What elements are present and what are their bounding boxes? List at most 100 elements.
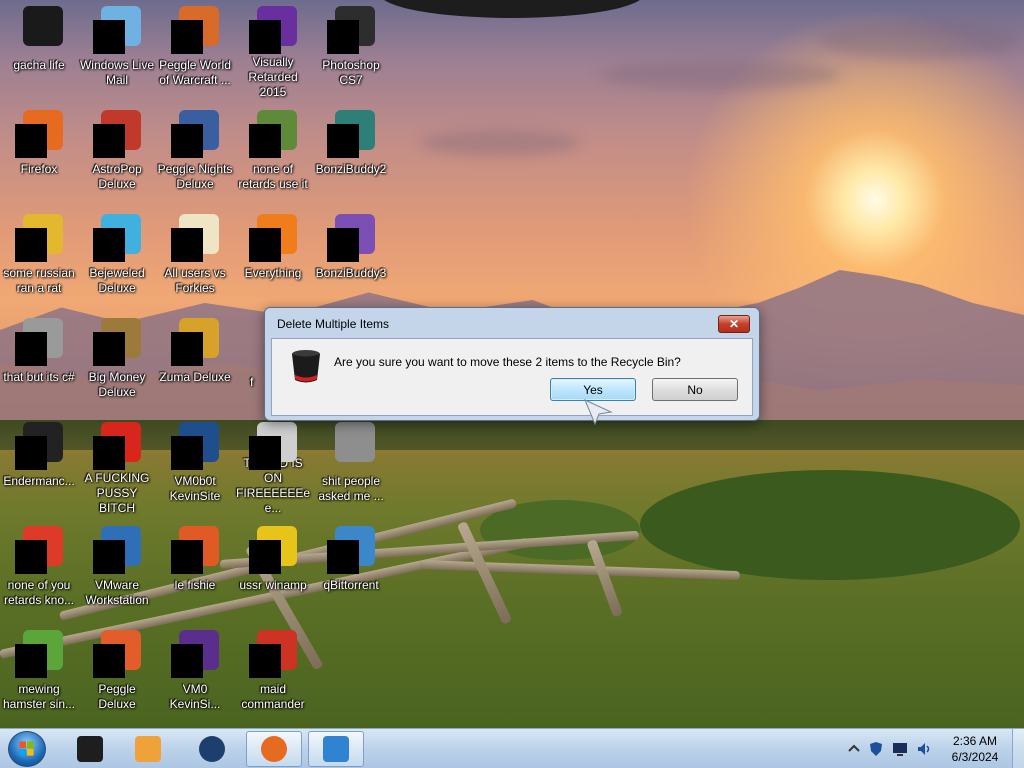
photoshop-icon: [327, 6, 375, 54]
desktop-icon[interactable]: Endermanc...: [0, 416, 78, 516]
desktop-icon[interactable]: Peggle Deluxe: [78, 624, 156, 724]
desktop-icon[interactable]: A FUCKING PUSSY BITCH: [78, 416, 156, 516]
recycle-bin-icon: [292, 350, 320, 383]
redaction-box: [93, 20, 125, 54]
desktop-icon-label: ussr winamp: [239, 578, 307, 592]
redaction-box: [171, 124, 203, 158]
terminal-icon: [15, 422, 63, 470]
redaction-box: [171, 436, 203, 470]
redaction-box: [171, 228, 203, 262]
folder-icon: [327, 422, 375, 470]
desktop-icon[interactable]: ussr winamp: [234, 520, 312, 620]
desktop-icon[interactable]: Windows Live Mail: [78, 0, 156, 100]
speaker-icon[interactable]: [916, 741, 932, 757]
redaction-box: [327, 540, 359, 574]
redaction-box: [171, 644, 203, 678]
desktop-icon[interactable]: le fishie: [156, 520, 234, 620]
desktop-icon-label: Endermanc...: [3, 474, 75, 488]
desktop-icon[interactable]: Visually Retarded 2015: [234, 0, 312, 100]
explorer-icon: [323, 736, 349, 762]
taskbar-item-blue-orb[interactable]: [184, 731, 240, 767]
taskbar-item-explorer[interactable]: [308, 731, 364, 767]
desktop-icon[interactable]: mewing hamster sin...: [0, 624, 78, 724]
hamster-icon: [15, 630, 63, 678]
close-button[interactable]: ✕: [718, 315, 750, 333]
desktop-icon-label: All users vs Forkies: [164, 266, 226, 295]
desktop-icon[interactable]: THE CD IS ON FIREEEEEEee...: [234, 416, 312, 516]
desktop-icon-label: AstroPop Deluxe: [92, 162, 142, 191]
desktop-icon[interactable]: BonziBuddy3: [312, 208, 390, 308]
search-ring-icon: [249, 214, 297, 262]
desktop-icon-label: Peggle World of Warcraft ...: [159, 58, 231, 87]
desktop-icon[interactable]: Firefox: [0, 104, 78, 204]
redaction-box: [249, 644, 281, 678]
redaction-box: [249, 436, 281, 470]
desktop-icon[interactable]: Zuma Deluxe: [156, 312, 234, 412]
show-desktop-button[interactable]: [1012, 729, 1024, 768]
desktop-icon-label: some russian ran a rat: [3, 266, 75, 295]
system-clock[interactable]: 2:36 AM 6/3/2024: [940, 733, 1010, 765]
desktop-icon[interactable]: VMware Workstation: [78, 520, 156, 620]
redaction-box: [171, 540, 203, 574]
taskbar-item-firefox[interactable]: [246, 731, 302, 767]
dark-box-icon: [77, 736, 103, 762]
redaction-box: [93, 228, 125, 262]
top-dock: [380, 0, 644, 18]
desktop-icon[interactable]: shit people asked me ...: [312, 416, 390, 516]
desktop-icon[interactable]: All users vs Forkies: [156, 208, 234, 308]
dialog-titlebar[interactable]: Delete Multiple Items ✕: [265, 308, 759, 338]
desktop-icon-label: Everything: [244, 266, 302, 280]
desktop-icon[interactable]: Everything: [234, 208, 312, 308]
desktop-icon-label: mewing hamster sin...: [2, 682, 76, 711]
desktop-icon[interactable]: Bejeweled Deluxe: [78, 208, 156, 308]
desktop-icon-label: le fishie: [174, 578, 216, 592]
desktop-icon-label: gacha life: [13, 58, 65, 72]
desktop-icon[interactable]: Peggle World of Warcraft ...: [156, 0, 234, 100]
redaction-box: [249, 20, 281, 54]
desktop-icon[interactable]: AstroPop Deluxe: [78, 104, 156, 204]
shield-icon[interactable]: [868, 741, 884, 757]
dialog-body: Are you sure you want to move these 2 it…: [271, 338, 753, 416]
desktop-icon[interactable]: some russian ran a rat: [0, 208, 78, 308]
desktop-icon[interactable]: Peggle Nights Deluxe: [156, 104, 234, 204]
desktop-icon[interactable]: VM0b0t KevinSite: [156, 416, 234, 516]
monitor-icon[interactable]: [892, 741, 908, 757]
firefox-icon: [15, 110, 63, 158]
redaction-box: [15, 124, 47, 158]
red-ball-icon: [93, 422, 141, 470]
redaction-box: [93, 332, 125, 366]
clock-date: 6/3/2024: [951, 750, 999, 764]
chevron-up-icon[interactable]: [846, 741, 862, 757]
desktop-icon[interactable]: gacha life: [0, 0, 78, 100]
windows-stack-icon: [15, 318, 63, 366]
desktop-icon-label: BonziBuddy3: [315, 266, 387, 280]
blue-orb-icon: [199, 736, 225, 762]
desktop-icon[interactable]: none of retards use it: [234, 104, 312, 204]
start-button[interactable]: [8, 731, 46, 767]
redaction-box: [15, 228, 47, 262]
redaction-box: [15, 436, 47, 470]
redaction-box: [327, 20, 359, 54]
desktop-icon[interactable]: BonziBuddy2: [312, 104, 390, 204]
desktop-icon[interactable]: Big Money Deluxe: [78, 312, 156, 412]
redaction-box: [15, 540, 47, 574]
redaction-box: [249, 124, 281, 158]
recycle-bin-icon: [15, 6, 63, 54]
desktop-icon-label: Peggle Nights Deluxe: [157, 162, 233, 191]
plant-icon: [249, 110, 297, 158]
desktop-icon[interactable]: Photoshop CS7: [312, 0, 390, 100]
desktop-icon[interactable]: that but its c#: [0, 312, 78, 412]
desktop-icon[interactable]: none of you retards kno...: [0, 520, 78, 620]
desktop-icon[interactable]: VM0 KevinSi...: [156, 624, 234, 724]
desktop-icon[interactable]: qBittorrent: [312, 520, 390, 620]
taskbar-item-dark-app[interactable]: [62, 731, 118, 767]
dialog-message: Are you sure you want to move these 2 it…: [334, 355, 681, 369]
taskbar-item-media-player[interactable]: [120, 731, 176, 767]
desktop-icon[interactable]: maid commander: [234, 624, 312, 724]
redaction-box: [327, 124, 359, 158]
redaction-box: [249, 540, 281, 574]
redaction-box: [171, 20, 203, 54]
windows-logo-icon: [19, 741, 34, 756]
no-button[interactable]: No: [652, 378, 738, 401]
peggle-icon: [171, 6, 219, 54]
